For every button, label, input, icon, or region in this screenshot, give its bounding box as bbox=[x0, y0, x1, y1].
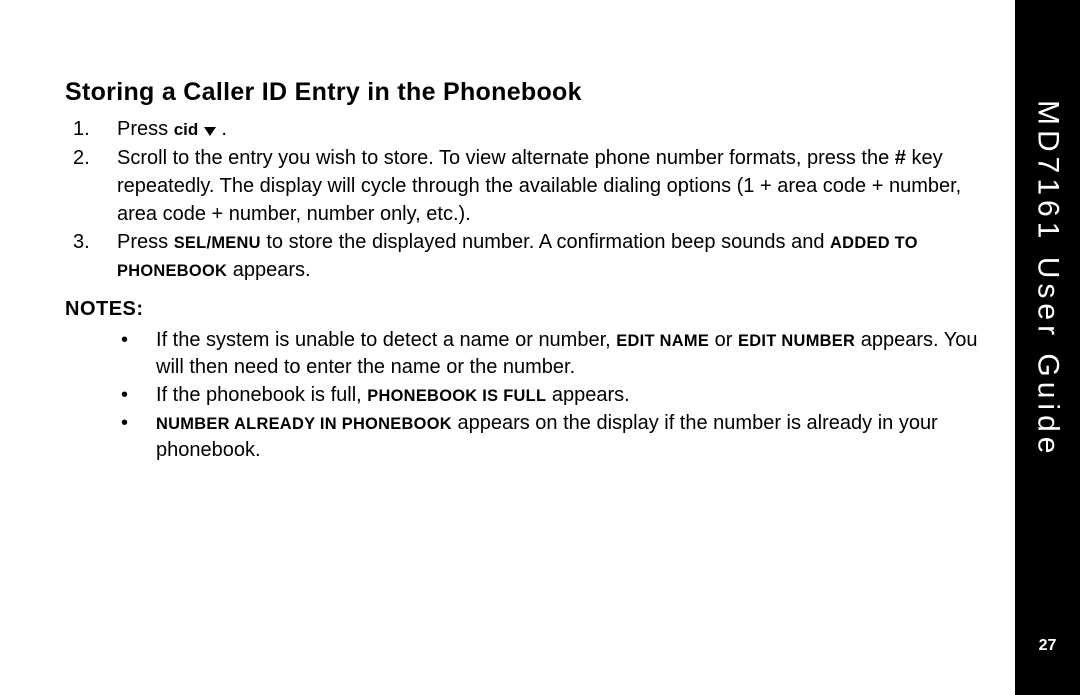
step-number: 2. bbox=[65, 144, 117, 228]
section-title: Storing a Caller ID Entry in the Phonebo… bbox=[65, 78, 985, 107]
guide-title: MD7161 User Guide bbox=[1031, 100, 1065, 458]
notes-label: NOTES: bbox=[65, 298, 985, 321]
step-number: 3. bbox=[65, 228, 117, 284]
page-root: MD7161 User Guide 27 Storing a Caller ID… bbox=[0, 0, 1080, 695]
text-run: Scroll to the entry you wish to store. T… bbox=[117, 147, 895, 169]
step-item: 2. Scroll to the entry you wish to store… bbox=[65, 144, 985, 228]
text-run: or bbox=[709, 329, 738, 351]
step-text: Scroll to the entry you wish to store. T… bbox=[117, 144, 985, 228]
down-arrow-icon bbox=[204, 116, 216, 144]
side-tab: MD7161 User Guide 27 bbox=[1015, 0, 1080, 695]
step-number: 1. bbox=[65, 115, 117, 144]
bullet-icon: • bbox=[65, 382, 156, 410]
note-text: If the system is unable to detect a name… bbox=[156, 327, 985, 382]
bullet-icon: • bbox=[65, 327, 156, 382]
note-text: If the phonebook is full, PHONEBOOK IS F… bbox=[156, 382, 985, 410]
step-item: 1. Press cid . bbox=[65, 115, 985, 144]
text-run: If the phonebook is full, bbox=[156, 384, 367, 406]
text-run: EDIT NAME bbox=[616, 332, 709, 350]
step-suffix: . bbox=[216, 118, 227, 140]
text-run: # bbox=[895, 147, 906, 169]
note-text: NUMBER ALREADY IN PHONEBOOK appears on t… bbox=[156, 410, 985, 465]
step-prefix: Press bbox=[117, 118, 174, 140]
text-run: NUMBER ALREADY IN PHONEBOOK bbox=[156, 415, 452, 433]
note-item: • If the system is unable to detect a na… bbox=[65, 327, 985, 382]
text-run: SEL/MENU bbox=[174, 234, 261, 252]
bullet-icon: • bbox=[65, 410, 156, 465]
cid-key-label: cid bbox=[174, 120, 199, 139]
text-run: to store the displayed number. A confirm… bbox=[261, 231, 830, 253]
text-run: If the system is unable to detect a name… bbox=[156, 329, 616, 351]
text-run: Press bbox=[117, 231, 174, 253]
step-text: Press SEL/MENU to store the displayed nu… bbox=[117, 228, 985, 284]
text-run: appears. bbox=[546, 384, 629, 406]
page-number: 27 bbox=[1039, 637, 1057, 655]
text-run: appears. bbox=[227, 259, 310, 281]
steps-list: 1. Press cid . 2. Scroll to the entry yo… bbox=[65, 115, 985, 284]
text-run: PHONEBOOK IS FULL bbox=[367, 387, 546, 405]
step-text: Press cid . bbox=[117, 115, 985, 144]
content-area: Storing a Caller ID Entry in the Phonebo… bbox=[65, 78, 985, 465]
text-run: EDIT NUMBER bbox=[738, 332, 855, 350]
notes-list: • If the system is unable to detect a na… bbox=[65, 327, 985, 465]
note-item: • If the phonebook is full, PHONEBOOK IS… bbox=[65, 382, 985, 410]
note-item: • NUMBER ALREADY IN PHONEBOOK appears on… bbox=[65, 410, 985, 465]
step-item: 3. Press SEL/MENU to store the displayed… bbox=[65, 228, 985, 284]
